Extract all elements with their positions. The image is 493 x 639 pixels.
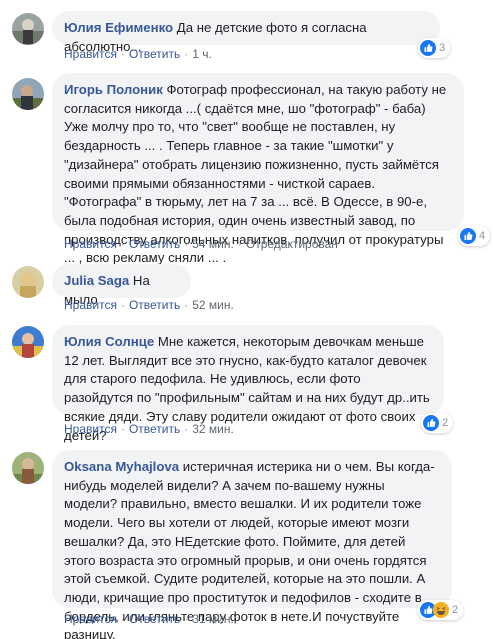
comment-bubble: Julia Saga На мыло: [52, 264, 191, 307]
reaction-count: 2: [452, 604, 459, 616]
comment-time[interactable]: 32 мин.: [192, 422, 234, 436]
comment-time[interactable]: 1 ч.: [192, 47, 212, 61]
comment-bubble: Oksana Myhajlova истеричная истерика ни …: [52, 450, 452, 639]
avatar[interactable]: [12, 326, 44, 358]
reaction-count: 2: [442, 417, 449, 429]
reaction-summary[interactable]: 2: [421, 413, 454, 433]
like-link[interactable]: Нравится: [64, 298, 117, 312]
reaction-count: 3: [439, 42, 446, 54]
comment-time[interactable]: 31 мин.: [192, 612, 234, 626]
comment-actions: Нравится · Ответить · 1 ч.: [64, 47, 212, 61]
avatar[interactable]: [12, 13, 44, 45]
like-link[interactable]: Нравится: [64, 47, 117, 61]
reply-link[interactable]: Ответить: [129, 422, 180, 436]
reply-link[interactable]: Ответить: [129, 612, 180, 626]
reply-link[interactable]: Ответить: [129, 47, 180, 61]
comment-actions: Нравится · Ответить · 32 мин.: [64, 422, 234, 436]
like-reaction-icon: [420, 40, 436, 56]
avatar[interactable]: [12, 78, 44, 110]
comment-author[interactable]: Юлия Солнце: [64, 334, 154, 349]
comment-bubble: Юлия Ефименко Да не детские фото я согла…: [52, 11, 440, 54]
comment-author[interactable]: Юлия Ефименко: [64, 20, 173, 35]
comment-bubble: Юлия Солнце Мне кажется, некоторым девоч…: [52, 325, 444, 443]
comment-actions: Нравится · Ответить · 54 мин. · Отредактирован: [64, 237, 338, 251]
comment-time[interactable]: 52 мин.: [192, 298, 234, 312]
reaction-summary[interactable]: 2: [418, 600, 464, 620]
reply-link[interactable]: Ответить: [129, 298, 180, 312]
reaction-count: 4: [479, 230, 486, 242]
comment-author[interactable]: Julia Saga: [64, 273, 129, 288]
like-reaction-icon: [423, 415, 439, 431]
reply-link[interactable]: Ответить: [129, 237, 180, 251]
avatar[interactable]: [12, 452, 44, 484]
reaction-summary[interactable]: 4: [458, 226, 491, 246]
like-link[interactable]: Нравится: [64, 422, 117, 436]
comment-bubble: Игорь Полоник Фотограф профессионал, на …: [52, 73, 464, 265]
like-link[interactable]: Нравится: [64, 612, 117, 626]
like-reaction-icon: [460, 228, 476, 244]
edited-label[interactable]: Отредактирован: [246, 237, 338, 251]
haha-reaction-icon: [433, 602, 449, 618]
reaction-summary[interactable]: 3: [418, 38, 451, 58]
comment-actions: Нравится · Ответить · 31 мин.: [64, 612, 234, 626]
comment-actions: Нравится · Ответить · 52 мин.: [64, 298, 234, 312]
avatar[interactable]: [12, 266, 44, 298]
like-link[interactable]: Нравится: [64, 237, 117, 251]
comment-author[interactable]: Игорь Полоник: [64, 82, 163, 97]
comment-time[interactable]: 54 мин.: [192, 237, 234, 251]
comment-author[interactable]: Oksana Myhajlova: [64, 459, 179, 474]
